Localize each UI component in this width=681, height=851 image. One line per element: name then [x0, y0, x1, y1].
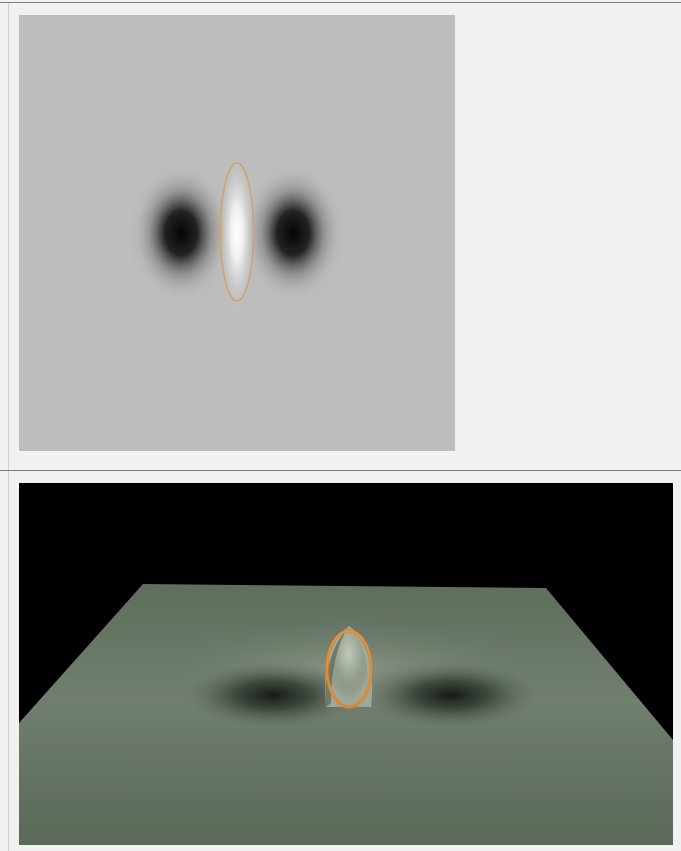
filter-2d-view	[19, 15, 455, 451]
top-panel-left-rule	[8, 3, 9, 470]
surface-shading-overlay	[19, 584, 673, 845]
bottom-panel-left-rule	[8, 471, 9, 851]
receptive-field-viewer	[0, 0, 681, 851]
center-positive-lobe	[219, 155, 255, 311]
filter-3d-view	[19, 483, 673, 845]
top-divider	[0, 2, 681, 3]
section-divider	[0, 470, 681, 471]
